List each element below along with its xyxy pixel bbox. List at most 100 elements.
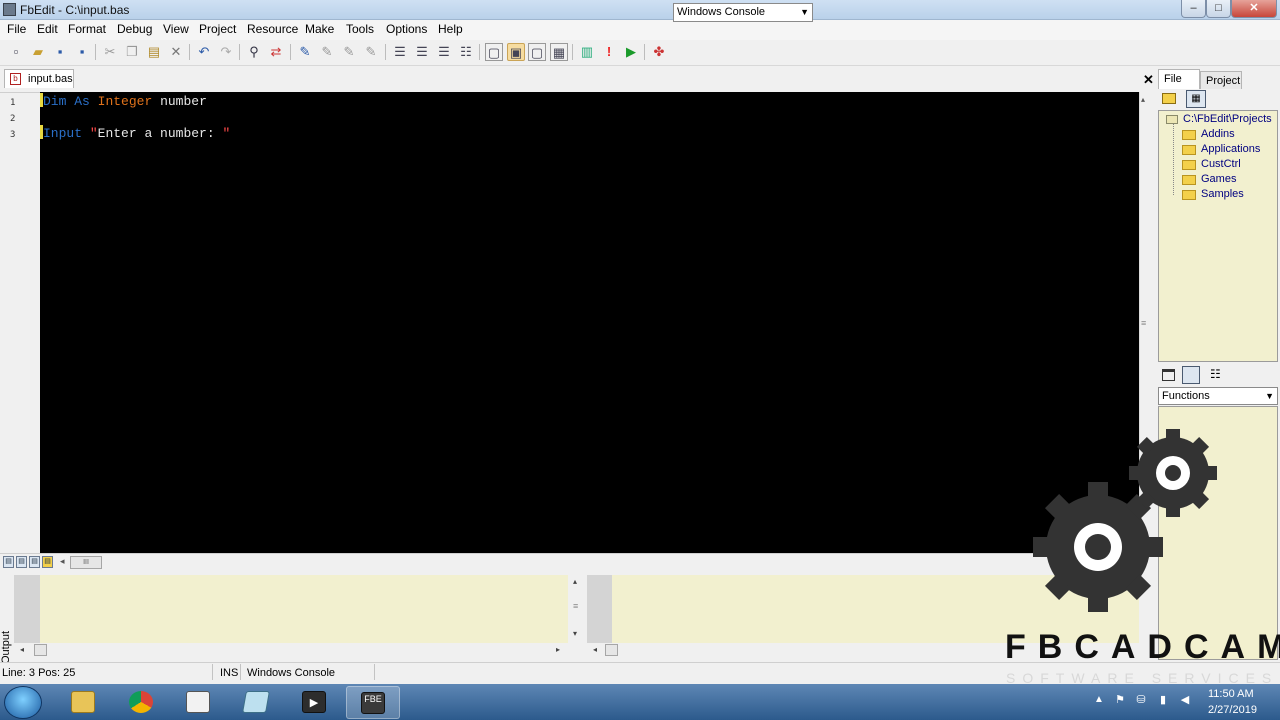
volume-icon[interactable]: ◀ (1178, 693, 1192, 707)
show-hidden-icons[interactable]: ▲ (1094, 694, 1104, 705)
delete-icon[interactable]: ✕ (167, 43, 185, 61)
output-view-icon[interactable]: ▤ (3, 556, 14, 568)
scroll-up-arrow-icon[interactable]: ▴ (1141, 95, 1145, 104)
save-icon[interactable]: ▪ (51, 43, 69, 61)
paste-icon[interactable]: ▤ (145, 43, 163, 61)
uncomment-icon[interactable]: ☷ (457, 43, 475, 61)
find-icon[interactable]: ⚲ (245, 43, 263, 61)
folder-up-icon[interactable] (1162, 93, 1176, 104)
toolbar-separator (572, 44, 573, 60)
build-config-select[interactable]: Windows Console ▼ (673, 3, 813, 22)
action-center-flag-icon[interactable]: ⚑ (1113, 693, 1127, 707)
output-horizontal-scrollbar[interactable]: ◂ ▸ (14, 643, 570, 658)
code-editor[interactable] (40, 92, 1139, 553)
scroll-down-arrow-icon[interactable]: ▾ (573, 629, 577, 638)
menu-format[interactable]: Format (68, 22, 106, 36)
copy-icon[interactable]: ❐ (123, 43, 141, 61)
indent-icon[interactable]: ☰ (391, 43, 409, 61)
menu-view[interactable]: View (163, 22, 189, 36)
undo-icon[interactable]: ↶ (195, 43, 213, 61)
view-properties-icon[interactable]: ▦ (550, 43, 568, 61)
taskbar-notepad[interactable] (230, 686, 284, 719)
tab-file[interactable]: File (1158, 69, 1200, 89)
menu-tools[interactable]: Tools (346, 22, 374, 36)
functions-select[interactable]: Functions ▼ (1158, 387, 1278, 405)
tree-root[interactable]: C:\FbEdit\Projects (1183, 113, 1272, 125)
scroll-up-arrow-icon[interactable]: ▴ (573, 577, 577, 586)
bookmark-toggle-icon[interactable]: ✎ (296, 43, 314, 61)
menu-project[interactable]: Project (199, 22, 236, 36)
scrollbar-grip-icon[interactable]: ≡ (1141, 318, 1146, 328)
output-toolbar: ▤ ▤ ▤ ▤ ◂ III (0, 553, 1158, 572)
scroll-left-arrow-icon[interactable]: ◂ (60, 556, 65, 567)
menu-debug[interactable]: Debug (117, 22, 152, 36)
bookmark-next-icon[interactable]: ✎ (318, 43, 336, 61)
scroll-right-arrow-icon[interactable]: ▸ (556, 645, 560, 654)
errors-view-icon[interactable]: ▤ (42, 556, 53, 568)
output-vertical-scrollbar[interactable]: ▴ ≡ ▾ (570, 575, 585, 643)
run-icon[interactable]: ▶ (622, 43, 640, 61)
start-button[interactable] (4, 686, 42, 719)
cut-icon[interactable]: ✂ (101, 43, 119, 61)
tree-item-addins[interactable]: Addins (1201, 128, 1235, 140)
taskbar-fbedit[interactable]: FBE (346, 686, 400, 719)
build-icon[interactable]: ! (600, 43, 618, 61)
tree-item-games[interactable]: Games (1201, 173, 1236, 185)
new-file-icon[interactable]: ▫ (7, 43, 25, 61)
quick-run-icon[interactable]: ✤ (650, 43, 668, 61)
bookmark-prev-icon[interactable]: ✎ (340, 43, 358, 61)
taskbar-chrome[interactable] (115, 686, 169, 719)
compile-icon[interactable]: ▥ (578, 43, 596, 61)
redo-icon[interactable]: ↷ (217, 43, 235, 61)
clock-date[interactable]: 2/27/2019 (1208, 704, 1257, 716)
bookmark-clear-icon[interactable]: ✎ (362, 43, 380, 61)
minimize-button[interactable]: – (1181, 0, 1206, 18)
scrollbar-thumb[interactable] (605, 644, 618, 656)
close-document-icon[interactable]: ✕ (1143, 72, 1154, 88)
menu-resource[interactable]: Resource (247, 22, 298, 36)
code-line-1[interactable]: Dim As Integer number (43, 94, 207, 109)
network-icon[interactable]: ▮ (1156, 693, 1170, 707)
menu-edit[interactable]: Edit (37, 22, 58, 36)
scrollbar-thumb[interactable] (34, 644, 47, 656)
outdent-icon[interactable]: ☰ (413, 43, 431, 61)
immediate-view-icon[interactable]: ▤ (16, 556, 27, 568)
menu-options[interactable]: Options (386, 22, 427, 36)
app-icon[interactable] (3, 3, 16, 16)
tree-item-applications[interactable]: Applications (1201, 143, 1260, 155)
view-output-icon[interactable]: ▣ (507, 43, 525, 61)
menu-make[interactable]: Make (305, 22, 334, 36)
maximize-button[interactable]: □ (1206, 0, 1231, 18)
taskbar-explorer[interactable] (57, 686, 111, 719)
view-toggle-icon[interactable]: ▢ (485, 43, 503, 61)
taskbar-app[interactable] (172, 686, 226, 719)
window-icon[interactable] (1162, 369, 1175, 381)
scroll-left-arrow-icon[interactable]: ◂ (593, 645, 597, 654)
scrollbar-thumb[interactable]: III (70, 556, 102, 569)
taskbar-media[interactable]: ▶ (288, 686, 342, 719)
tab-project[interactable]: Project (1200, 71, 1242, 89)
open-folder-icon[interactable]: ▰ (29, 43, 47, 61)
comment-icon[interactable]: ☰ (435, 43, 453, 61)
sort-list-icon[interactable]: ☷ (1210, 367, 1221, 381)
filter-files-icon[interactable]: ▦ (1186, 90, 1206, 108)
scrollbar-grip-icon[interactable]: ≡ (573, 601, 578, 611)
window-active-icon[interactable] (1182, 366, 1200, 384)
save-all-icon[interactable]: ▪ (73, 43, 91, 61)
tree-item-samples[interactable]: Samples (1201, 188, 1244, 200)
menu-help[interactable]: Help (438, 22, 463, 36)
output-gutter (14, 575, 40, 643)
usb-device-icon[interactable]: ⛁ (1134, 693, 1148, 707)
debug-view-icon[interactable]: ▤ (29, 556, 40, 568)
toolbar-separator (290, 44, 291, 60)
menu-file[interactable]: File (7, 22, 26, 36)
view-project-icon[interactable]: ▢ (528, 43, 546, 61)
output-pane[interactable] (40, 575, 568, 643)
code-line-3[interactable]: Input "Enter a number: " (43, 126, 230, 141)
clock-time[interactable]: 11:50 AM (1208, 688, 1254, 700)
scroll-left-arrow-icon[interactable]: ◂ (20, 645, 24, 654)
replace-icon[interactable]: ⇄ (267, 43, 285, 61)
tab-input-bas[interactable]: b input.bas (4, 69, 74, 88)
close-window-button[interactable]: ✕ (1231, 0, 1277, 18)
tree-item-custctrl[interactable]: CustCtrl (1201, 158, 1241, 170)
